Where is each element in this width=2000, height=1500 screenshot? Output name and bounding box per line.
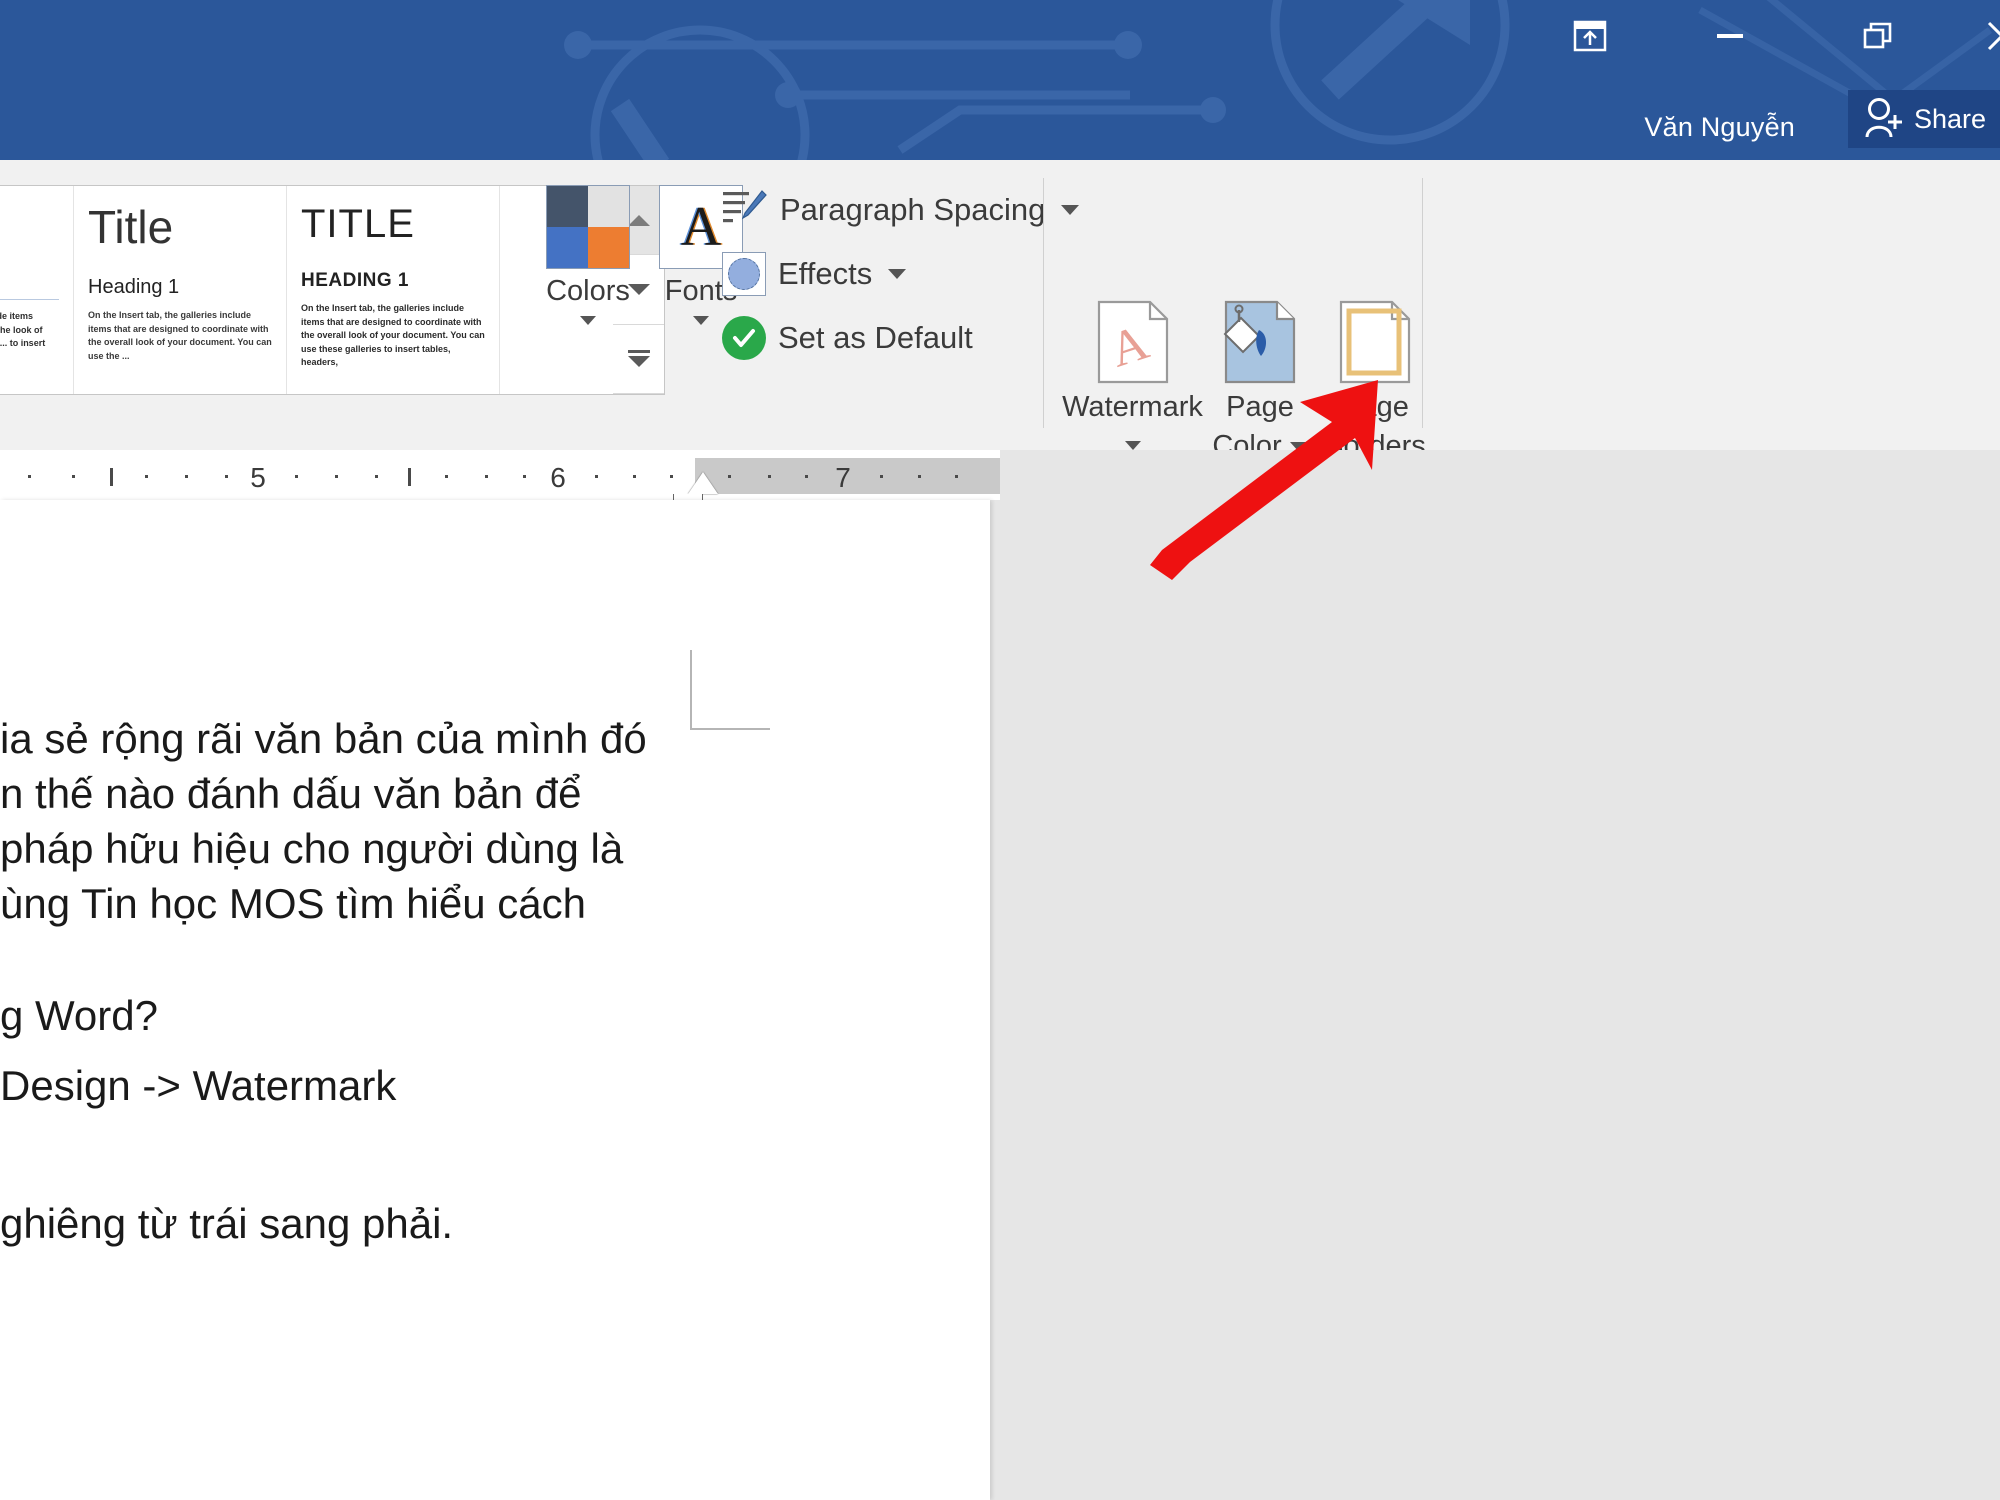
theme-effects-button[interactable]: Effects <box>722 252 906 296</box>
theme-effects-icon <box>722 252 766 296</box>
theme-colors-icon <box>546 185 630 269</box>
chevron-down-icon[interactable] <box>1061 205 1079 215</box>
chevron-down-icon[interactable] <box>693 316 709 325</box>
right-indent-marker[interactable] <box>688 472 718 494</box>
style-card-body: On the Insert tab, the galleries include… <box>88 309 272 363</box>
ribbon-group-divider <box>1043 178 1044 428</box>
document-page[interactable]: ia sẻ rộng rãi văn bản của mình đó n thế… <box>0 500 990 1500</box>
document-text-line: pháp hữu hiệu cho người dùng là <box>0 825 623 873</box>
style-card-title: Title <box>88 204 272 250</box>
theme-colors-button[interactable]: Colors <box>533 185 643 325</box>
chevron-down-icon[interactable] <box>1125 441 1141 450</box>
ruler-number: 7 <box>835 462 851 494</box>
watermark-button[interactable]: A Watermark <box>1065 300 1200 450</box>
document-text-line: ghiêng từ trái sang phải. <box>0 1200 453 1248</box>
share-label: Share <box>1914 104 1986 135</box>
ruler-number: 6 <box>550 462 566 494</box>
page-borders-label-line1: Page <box>1341 391 1409 423</box>
minimize-icon <box>1714 29 1746 43</box>
ribbon-display-options-glyph <box>1573 20 1607 52</box>
restore-icon <box>1863 21 1893 51</box>
page-color-button[interactable]: Page Color <box>1205 300 1315 466</box>
chevron-down-icon[interactable] <box>580 316 596 325</box>
gallery-more-button[interactable] <box>613 325 664 394</box>
style-card-heading: ding 1 <box>0 274 59 300</box>
paragraph-spacing-icon <box>722 188 768 232</box>
document-text-line: n thế nào đánh dấu văn bản để <box>0 770 582 818</box>
style-card-body: Insert tab, the galleries include items … <box>0 310 59 364</box>
check-circle-icon <box>722 316 766 360</box>
page-color-label-line1: Page <box>1226 391 1294 423</box>
set-as-default-button[interactable]: Set as Default <box>722 316 973 360</box>
page-color-icon <box>1221 300 1299 384</box>
more-styles-icon <box>628 350 650 367</box>
page-borders-button[interactable]: Page Borders <box>1320 300 1430 466</box>
watermark-label: Watermark <box>1062 388 1203 427</box>
document-text-line: ùng Tin học MOS tìm hiểu cách <box>0 880 586 928</box>
style-card-body: On the Insert tab, the galleries include… <box>301 302 485 370</box>
theme-effects-label: Effects <box>778 256 872 292</box>
close-icon <box>1985 19 2000 53</box>
theme-colors-label: Colors <box>546 275 630 308</box>
document-text-line: ia sẻ rộng rãi văn bản của mình đó <box>0 715 647 763</box>
style-gallery-item[interactable]: tle ding 1 Insert tab, the galleries inc… <box>0 186 74 394</box>
paragraph-spacing-button[interactable]: Paragraph Spacing <box>722 188 1079 232</box>
account-user-name: Văn Nguyễn <box>1644 112 1795 143</box>
title-bar: Văn Nguyễn Share <box>0 0 2000 160</box>
document-area: 5 6 7 ia sẻ rộng rãi văn bản của mình đó… <box>0 450 2000 1500</box>
style-card-heading: HEADING 1 <box>301 270 485 292</box>
ribbon-display-options-icon[interactable] <box>1560 10 1620 62</box>
page-borders-icon <box>1336 300 1414 384</box>
margin-corner-guide <box>690 650 770 730</box>
style-gallery-item[interactable]: TITLE HEADING 1 On the Insert tab, the g… <box>287 186 500 394</box>
share-button[interactable]: Share <box>1848 90 2000 148</box>
document-text-line: g Word? <box>0 992 158 1040</box>
share-person-icon <box>1862 97 1904 141</box>
style-card-title: tle <box>0 204 59 248</box>
style-card-heading: Heading 1 <box>88 276 272 299</box>
style-card-title: TITLE <box>301 204 485 244</box>
ruler-number: 5 <box>250 462 266 494</box>
watermark-icon: A <box>1094 300 1172 384</box>
close-button[interactable] <box>1972 10 2000 62</box>
chevron-down-icon[interactable] <box>888 269 906 279</box>
minimize-button[interactable] <box>1700 10 1760 62</box>
restore-button[interactable] <box>1848 10 1908 62</box>
paragraph-spacing-label: Paragraph Spacing <box>780 192 1045 228</box>
set-as-default-label: Set as Default <box>778 320 973 356</box>
letter-a-glyph: A <box>681 199 721 255</box>
ribbon: tle ding 1 Insert tab, the galleries inc… <box>0 160 2000 451</box>
document-text-line: Design -> Watermark <box>0 1062 396 1110</box>
horizontal-ruler[interactable]: 5 6 7 <box>0 450 1000 500</box>
style-gallery-item[interactable]: Title Heading 1 On the Insert tab, the g… <box>74 186 287 394</box>
